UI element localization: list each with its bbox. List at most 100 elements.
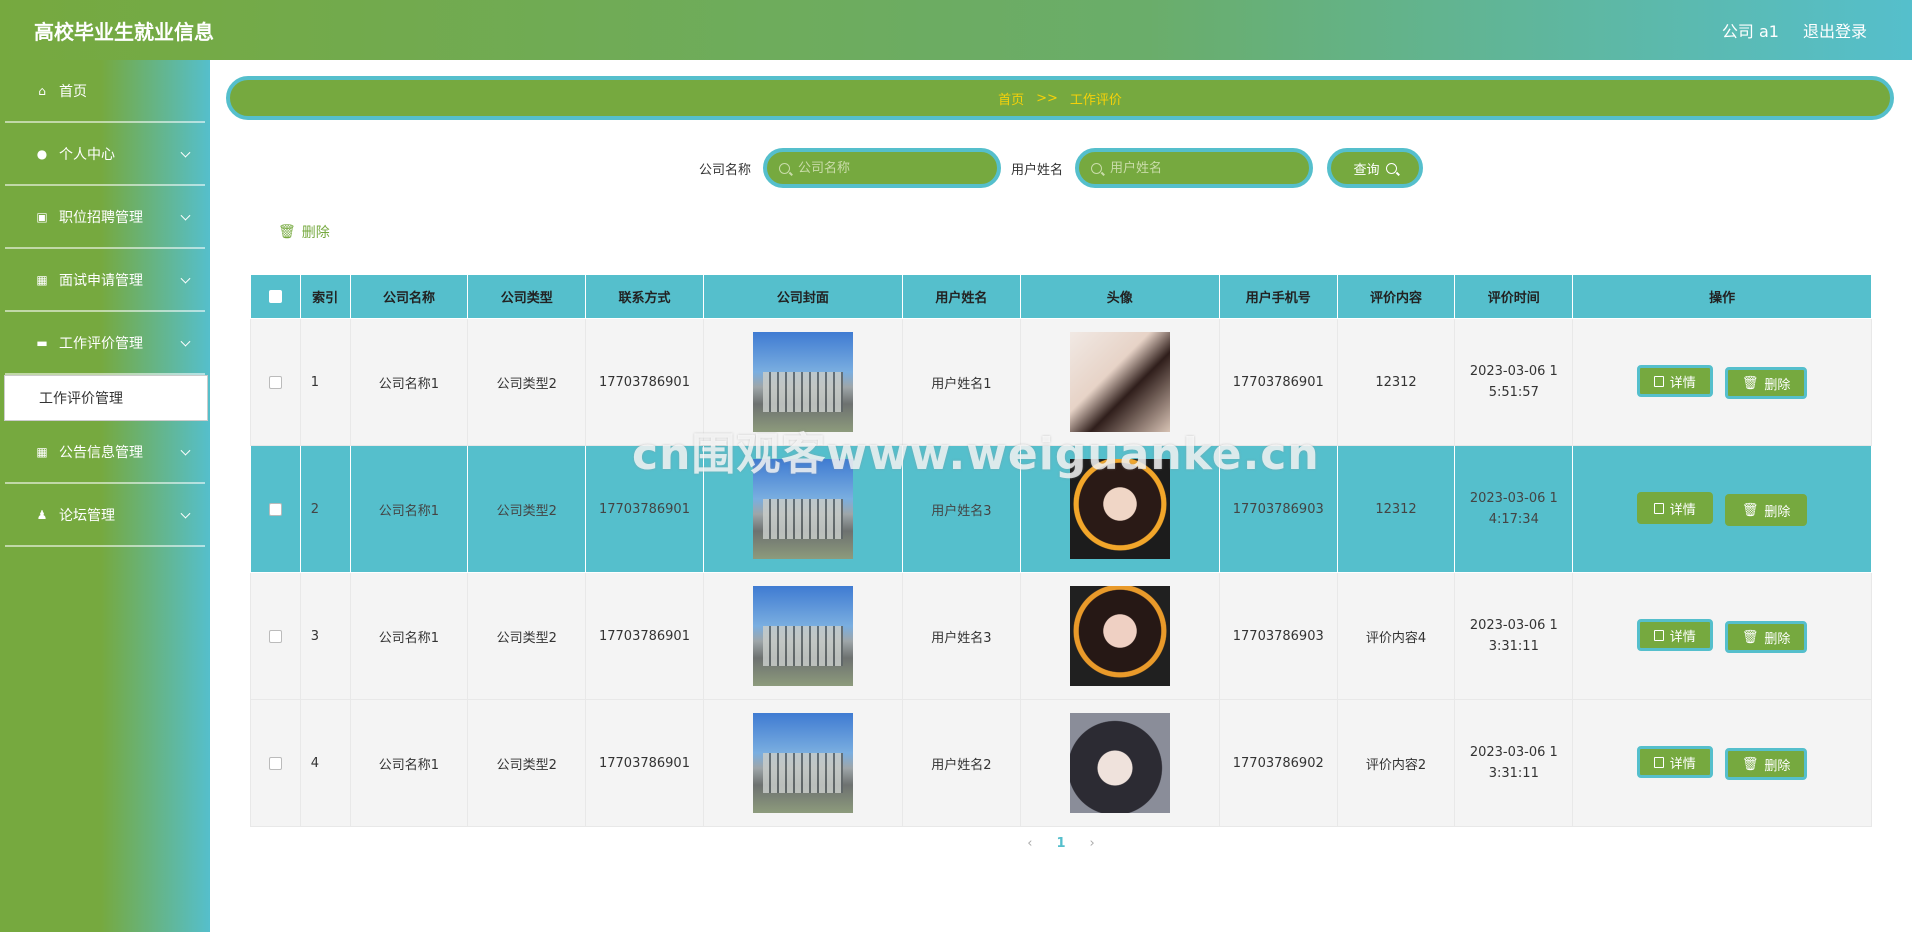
detail-button-label: 详情 (1669, 756, 1696, 772)
query-button-label: 查询 (1353, 162, 1380, 178)
cell-actions: 详情 🗑 删除 (1572, 699, 1872, 827)
pagination: ‹ 1 › (210, 836, 1912, 851)
column-header: 公司封面 (702, 274, 903, 319)
trash-icon: 🗑 (1741, 629, 1759, 645)
detail-button-label: 详情 (1669, 375, 1696, 391)
sidebar-item-forum[interactable]: ♟ 论坛管理 (5, 484, 205, 547)
document-icon (1653, 756, 1664, 768)
document-icon (1653, 629, 1664, 641)
cell-index: 3 (299, 572, 351, 700)
sidebar-item-job-recruitment[interactable]: ▣ 职位招聘管理 (5, 186, 205, 249)
delete-button[interactable]: 🗑 删除 (1724, 621, 1808, 653)
trash-icon: 🗑 (1741, 375, 1759, 391)
delete-button[interactable]: 🗑 删除 (1724, 748, 1808, 780)
avatar[interactable] (1069, 459, 1170, 559)
cell-actions: 详情 🗑 删除 (1572, 318, 1872, 446)
table-row[interactable]: 2 公司名称1 公司类型2 17703786901 用户姓名3 17703786… (250, 445, 1872, 573)
company-cover-image[interactable] (752, 459, 853, 559)
detail-button[interactable]: 详情 (1636, 619, 1713, 651)
company-name-input[interactable] (798, 160, 978, 176)
cell-actions: 详情 🗑 删除 (1572, 572, 1872, 700)
sidebar-item-label: 论坛管理 (59, 507, 115, 524)
detail-button[interactable]: 详情 (1636, 492, 1713, 524)
time-line-2: 5:51:57 (1488, 385, 1539, 400)
search-bar: 公司名称 用户姓名 查询 (210, 148, 1912, 188)
current-user: 公司 a1 (1721, 22, 1779, 41)
row-checkbox[interactable] (268, 375, 282, 389)
delete-button[interactable]: 🗑 删除 (1724, 367, 1808, 399)
cell-company: 公司名称1 (349, 318, 469, 446)
sidebar-item-label: 面试申请管理 (59, 272, 143, 289)
main-content: 首页 >> 工作评价 公司名称 用户姓名 查询 🗑 删除 索引 (210, 60, 1912, 932)
cell-user: 用户姓名3 (901, 445, 1021, 573)
detail-button[interactable]: 详情 (1636, 365, 1713, 397)
user-name-field[interactable] (1075, 148, 1314, 188)
time-line-1: 2023-03-06 1 (1469, 618, 1558, 633)
cell-content: 12312 (1336, 318, 1456, 446)
time-line-1: 2023-03-06 1 (1469, 745, 1558, 760)
submenu-job-review[interactable]: 工作评价管理 (4, 375, 208, 421)
sidebar-item-home[interactable]: ⌂ 首页 (5, 60, 205, 123)
logout-link[interactable]: 退出登录 (1803, 18, 1867, 42)
table-row[interactable]: 3 公司名称1 公司类型2 17703786901 用户姓名3 17703786… (250, 572, 1872, 700)
next-page-button[interactable]: › (1090, 836, 1095, 851)
sidebar-item-personal-center[interactable]: ● 个人中心 (5, 123, 205, 186)
detail-button[interactable]: 详情 (1636, 746, 1713, 778)
column-header: 评价内容 (1336, 274, 1456, 319)
sidebar-item-label: 职位招聘管理 (59, 209, 143, 226)
delete-button[interactable]: 🗑 删除 (1724, 494, 1808, 526)
company-cover-image[interactable] (752, 586, 853, 686)
company-cover-image[interactable] (752, 713, 853, 813)
batch-delete-button[interactable]: 🗑 删除 (278, 222, 330, 242)
time-line-1: 2023-03-06 1 (1469, 364, 1558, 379)
avatar[interactable] (1069, 332, 1170, 432)
column-header: 索引 (299, 274, 351, 319)
table-header-row: 索引 公司名称 公司类型 联系方式 公司封面 用户姓名 头像 用户手机号 评价内… (250, 274, 1872, 319)
company-name-field[interactable] (763, 148, 1001, 188)
column-header: 用户手机号 (1218, 274, 1338, 319)
person-icon: ♟ (36, 507, 48, 522)
row-checkbox[interactable] (268, 502, 282, 516)
time-line-1: 2023-03-06 1 (1469, 491, 1558, 506)
cell-company: 公司名称1 (349, 572, 469, 700)
cell-type: 公司类型2 (467, 699, 587, 827)
company-cover-image[interactable] (752, 332, 853, 432)
select-all-checkbox[interactable] (268, 290, 282, 303)
avatar[interactable] (1069, 586, 1170, 686)
prev-page-button[interactable]: ‹ (1027, 836, 1032, 851)
delete-button-label: 删除 (1764, 631, 1791, 647)
chevron-down-icon (180, 336, 191, 347)
breadcrumb-home[interactable]: 首页 (998, 89, 1024, 108)
table-row[interactable]: 1 公司名称1 公司类型2 17703786901 用户姓名1 17703786… (250, 318, 1872, 446)
cell-index: 2 (299, 445, 351, 573)
row-checkbox[interactable] (268, 629, 282, 643)
column-header: 用户姓名 (901, 274, 1021, 319)
column-header: 评价时间 (1454, 274, 1574, 319)
row-checkbox[interactable] (268, 756, 282, 770)
sidebar-item-announcement[interactable]: ▦ 公告信息管理 (5, 421, 205, 484)
cell-contact: 17703786901 (585, 699, 704, 827)
delete-button-label: 删除 (1764, 758, 1791, 774)
delete-button-label: 删除 (1764, 377, 1791, 393)
sidebar-item-job-review[interactable]: ▬ 工作评价管理 (5, 312, 205, 375)
search-icon (1385, 162, 1397, 174)
table-row[interactable]: 4 公司名称1 公司类型2 17703786901 用户姓名2 17703786… (250, 699, 1872, 827)
user-name-input[interactable] (1110, 160, 1291, 176)
trash-icon: 🗑 (1741, 502, 1759, 518)
top-header: 高校毕业生就业信息 公司 a1 退出登录 (0, 0, 1912, 60)
sidebar-item-label: 首页 (59, 83, 87, 100)
page-number[interactable]: 1 (1056, 836, 1065, 851)
detail-button-label: 详情 (1669, 629, 1696, 645)
cell-contact: 17703786901 (585, 318, 704, 446)
sidebar-item-interview[interactable]: ▦ 面试申请管理 (5, 249, 205, 312)
column-header: 头像 (1019, 274, 1220, 319)
cell-type: 公司类型2 (467, 445, 587, 573)
avatar[interactable] (1069, 713, 1170, 813)
company-name-label: 公司名称 (698, 162, 751, 178)
cell-avatar (1019, 572, 1220, 700)
chevron-down-icon (180, 508, 191, 519)
query-button[interactable]: 查询 (1327, 148, 1424, 188)
cell-type: 公司类型2 (467, 318, 587, 446)
trash-icon: 🗑 (1741, 756, 1759, 772)
cell-contact: 17703786901 (585, 445, 704, 573)
